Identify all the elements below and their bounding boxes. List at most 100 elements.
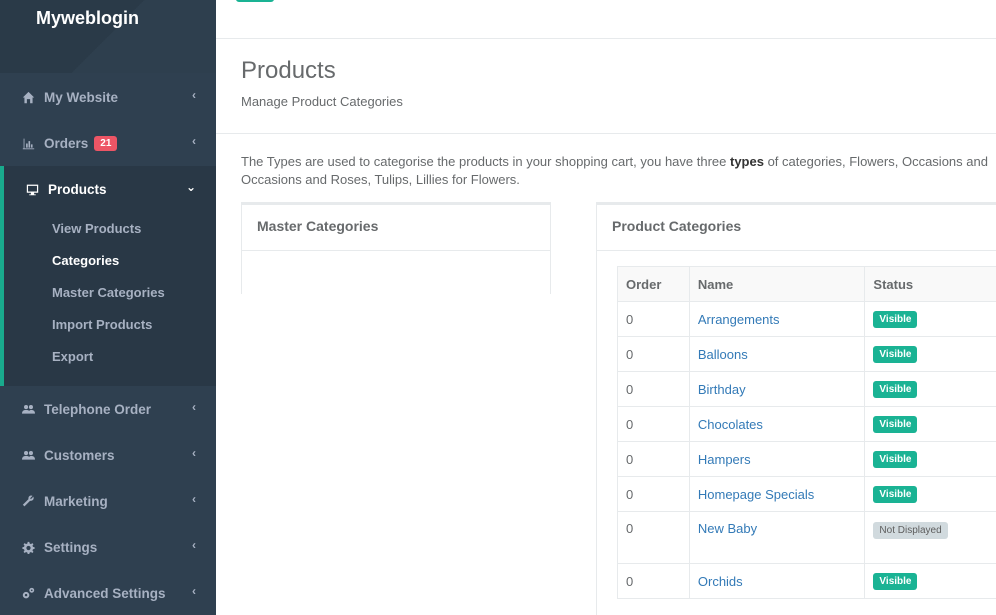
nav-group-products: Products ⌄ View Products Categories Mast… [0, 166, 216, 386]
order-cell: 0 [617, 301, 690, 337]
page-title: Products [241, 57, 336, 84]
brand-logo[interactable]: Myweblogin [0, 0, 216, 73]
sub-item-import-products[interactable]: Import Products [4, 308, 216, 340]
content-area: The Types are used to categorise the pro… [216, 134, 996, 615]
column-header-name[interactable]: Name [688, 266, 866, 302]
nav-item-orders[interactable]: Orders 21 ‹ [0, 120, 216, 166]
chevron-left-icon: ‹ [192, 134, 196, 148]
nav-item-advanced-settings[interactable]: Advanced Settings ‹ [0, 570, 216, 615]
intro-text-bold: types [730, 154, 764, 169]
category-name-link[interactable]: Birthday [688, 371, 866, 407]
category-name-link[interactable]: Homepage Specials [688, 476, 866, 512]
nav-item-marketing[interactable]: Marketing ‹ [0, 478, 216, 524]
nav-item-label: Marketing [44, 493, 108, 509]
desktop-icon [24, 182, 40, 196]
chevron-left-icon: ‹ [192, 88, 196, 102]
status-cell: Visible [864, 441, 996, 477]
chevron-down-icon: ⌄ [185, 180, 196, 194]
table-row: 0 Chocolates Visible [617, 406, 996, 442]
nav-item-my-website[interactable]: My Website ‹ [0, 74, 216, 120]
table-row: 0 Balloons Visible [617, 336, 996, 372]
sub-item-view-products[interactable]: View Products [4, 212, 216, 244]
main-area: Products Manage Product Categories The T… [216, 0, 996, 615]
panel-body [242, 251, 550, 295]
table-row: 0 New Baby Not Displayed [617, 511, 996, 564]
category-name-link[interactable]: Orchids [688, 563, 866, 599]
users-icon [20, 402, 36, 416]
intro-text-part: The Types are used to categorise the pro… [241, 154, 730, 169]
table-row: 0 Homepage Specials Visible [617, 476, 996, 512]
page-subtitle: Manage Product Categories [241, 94, 403, 109]
order-cell: 0 [617, 511, 690, 564]
intro-text-part: Occasions and Roses, Tulips, Lillies for… [241, 172, 520, 187]
users-icon [20, 448, 36, 462]
category-name-link[interactable]: Balloons [688, 336, 866, 372]
status-badge: Visible [873, 346, 918, 363]
master-categories-panel: Master Categories [241, 202, 551, 295]
column-header-order[interactable]: Order [617, 266, 690, 302]
intro-text-part: of categories, Flowers, Occasions and [763, 154, 988, 169]
table-row: 0 Hampers Visible [617, 441, 996, 477]
sub-item-export[interactable]: Export [4, 340, 216, 372]
status-badge: Visible [873, 451, 918, 468]
wrench-icon [20, 494, 36, 508]
status-cell: Visible [864, 476, 996, 512]
bar-chart-icon [20, 136, 36, 150]
nav-item-label: Orders [44, 135, 89, 151]
home-icon [20, 90, 36, 104]
categories-table: Order Name Status 0 Arrangements Visible… [617, 266, 996, 599]
category-name-link[interactable]: Arrangements [688, 301, 866, 337]
sidebar: Myweblogin My Website ‹ Orders 21 ‹ Prod… [0, 0, 216, 615]
order-cell: 0 [617, 336, 690, 372]
gears-icon [20, 586, 36, 600]
order-cell: 0 [617, 406, 690, 442]
table-row: 0 Arrangements Visible [617, 301, 996, 337]
nav-item-settings[interactable]: Settings ‹ [0, 524, 216, 570]
nav-item-label: Settings [44, 539, 98, 555]
nav-item-customers[interactable]: Customers ‹ [0, 432, 216, 478]
panel-title: Master Categories [242, 205, 550, 251]
status-badge: Visible [873, 311, 918, 328]
order-cell: 0 [617, 371, 690, 407]
order-cell: 0 [617, 563, 690, 599]
page-heading: Products Manage Product Categories [216, 39, 996, 134]
navbar-toggle-button[interactable] [236, 0, 274, 2]
sub-item-master-categories[interactable]: Master Categories [4, 276, 216, 308]
nav-list: My Website ‹ Orders 21 ‹ Products ⌄ View… [0, 74, 216, 615]
status-badge: Not Displayed [873, 522, 948, 539]
nav-item-label: Advanced Settings [44, 585, 166, 601]
nav-item-label: My Website [44, 89, 119, 105]
category-name-link[interactable]: New Baby [688, 511, 866, 564]
status-cell: Visible [864, 301, 996, 337]
status-cell: Visible [864, 336, 996, 372]
status-cell: Visible [864, 371, 996, 407]
status-badge: Visible [873, 381, 918, 398]
order-cell: 0 [617, 441, 690, 477]
nav-item-label: Customers [44, 447, 115, 463]
status-badge: Visible [873, 486, 918, 503]
gear-icon [20, 540, 36, 554]
chevron-left-icon: ‹ [192, 446, 196, 460]
nav-item-products[interactable]: Products ⌄ [4, 166, 216, 212]
status-cell: Visible [864, 406, 996, 442]
sub-item-categories[interactable]: Categories [4, 244, 216, 276]
category-name-link[interactable]: Chocolates [688, 406, 866, 442]
status-cell: Not Displayed [864, 511, 996, 564]
chevron-left-icon: ‹ [192, 400, 196, 414]
chevron-left-icon: ‹ [192, 538, 196, 552]
orders-count-badge: 21 [94, 135, 118, 151]
product-categories-panel: Product Categories Order Name Status 0 A… [596, 202, 996, 615]
nav-item-label: Products [48, 181, 107, 197]
table-row: 0 Birthday Visible [617, 371, 996, 407]
chevron-left-icon: ‹ [192, 492, 196, 506]
status-badge: Visible [873, 573, 918, 590]
panel-title: Product Categories [597, 205, 996, 251]
top-navbar [216, 0, 996, 39]
nav-item-telephone-order[interactable]: Telephone Order ‹ [0, 386, 216, 432]
category-name-link[interactable]: Hampers [688, 441, 866, 477]
status-cell: Visible [864, 563, 996, 599]
column-header-status[interactable]: Status [864, 266, 996, 302]
table-header-row: Order Name Status [617, 266, 996, 302]
intro-text: The Types are used to categorise the pro… [241, 153, 996, 189]
nav-item-label: Telephone Order [44, 401, 152, 417]
